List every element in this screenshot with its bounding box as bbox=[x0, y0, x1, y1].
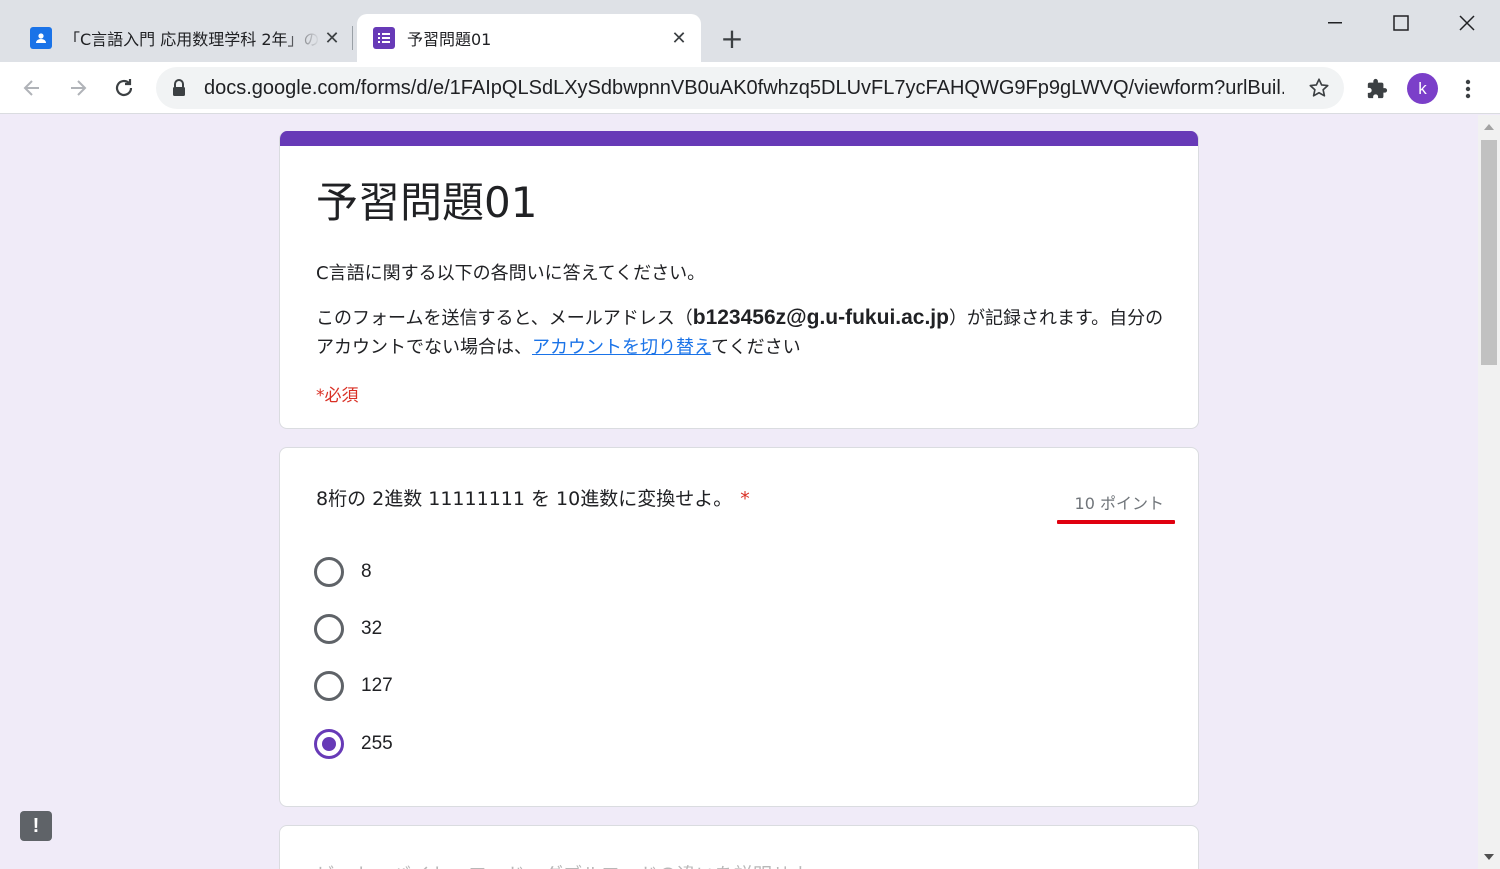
points-label: 10 ポイント bbox=[1074, 494, 1164, 513]
radio-dot bbox=[322, 737, 336, 751]
accent-band bbox=[280, 131, 1198, 146]
question-card: 8桁の 2進数 11111111 を 10進数に変換せよ。 * 10 ポイント 8… bbox=[279, 447, 1199, 807]
scrollbar-thumb[interactable] bbox=[1481, 140, 1497, 365]
close-icon[interactable]: ✕ bbox=[320, 26, 344, 50]
bookmark-star-icon[interactable] bbox=[1306, 75, 1332, 101]
required-note: *必須 bbox=[316, 386, 359, 406]
choice-option[interactable]: 32 bbox=[314, 613, 382, 645]
url-text: docs.google.com/forms/d/e/1FAIpQLSdLXySd… bbox=[204, 76, 1284, 99]
notice-text: てください bbox=[711, 337, 801, 358]
choice-label: 255 bbox=[361, 733, 393, 754]
window-close-icon[interactable] bbox=[1444, 8, 1490, 38]
tab-strip: 「C言語入門 応用数理学科 2年」の ✕ 予習問題01 ✕ + bbox=[0, 0, 1500, 62]
tab-separator bbox=[352, 26, 353, 50]
choice-option[interactable]: 127 bbox=[314, 670, 393, 702]
kebab-menu-icon[interactable] bbox=[1456, 74, 1480, 104]
lock-icon bbox=[172, 79, 188, 97]
feedback-icon[interactable]: ! bbox=[20, 811, 52, 841]
switch-account-link[interactable]: アカウントを切り替え bbox=[532, 337, 711, 358]
address-bar[interactable]: docs.google.com/forms/d/e/1FAIpQLSdLXySd… bbox=[156, 67, 1344, 109]
forward-icon[interactable] bbox=[62, 72, 94, 104]
tab-label: 「C言語入門 応用数理学科 2年」の bbox=[64, 30, 320, 49]
profile-avatar[interactable]: k bbox=[1407, 73, 1438, 104]
choice-label: 32 bbox=[361, 618, 383, 639]
choice-option[interactable]: 8 bbox=[314, 556, 372, 588]
email-notice: このフォームを送信すると、メールアドレス（b123456z@g.u-fukui.… bbox=[316, 303, 1166, 362]
tab-classroom[interactable]: 「C言語入門 応用数理学科 2年」の ✕ bbox=[18, 14, 348, 62]
scroll-up-arrow-icon[interactable] bbox=[1478, 119, 1500, 135]
choice-label: 8 bbox=[361, 561, 372, 582]
tab-label: 予習問題01 bbox=[407, 30, 492, 49]
radio-button[interactable] bbox=[314, 671, 344, 701]
extensions-puzzle-icon[interactable] bbox=[1362, 74, 1392, 104]
close-icon[interactable]: ✕ bbox=[667, 26, 691, 50]
question-text: 8桁の 2進数 11111111 を 10進数に変換せよ。 * bbox=[316, 484, 750, 511]
page-viewport: 予習問題01 C言語に関する以下の各問いに答えてください。 このフォームを送信す… bbox=[0, 115, 1478, 869]
classroom-icon bbox=[30, 27, 52, 49]
scroll-down-arrow-icon[interactable] bbox=[1478, 849, 1500, 865]
radio-button[interactable] bbox=[314, 557, 344, 587]
question-title: ビット・バイト・ワード・ダブルワードの違いを説明せよ。 bbox=[316, 860, 829, 869]
required-asterisk: * bbox=[740, 488, 750, 510]
question-card: ビット・バイト・ワード・ダブルワードの違いを説明せよ。 bbox=[279, 825, 1199, 869]
minimize-icon[interactable] bbox=[1312, 8, 1358, 38]
question-title: 8桁の 2進数 11111111 を 10進数に変換せよ。 bbox=[316, 488, 733, 510]
annotation-underline bbox=[1057, 520, 1175, 524]
recorded-email: b123456z@g.u-fukui.ac.jp bbox=[692, 306, 949, 329]
form-title: 予習問題01 bbox=[316, 178, 538, 227]
notice-text: このフォームを送信すると、メールアドレス（ bbox=[316, 308, 693, 329]
vertical-scrollbar[interactable] bbox=[1478, 115, 1500, 869]
maximize-icon[interactable] bbox=[1378, 8, 1424, 38]
form-header-card: 予習問題01 C言語に関する以下の各問いに答えてください。 このフォームを送信す… bbox=[279, 131, 1199, 429]
radio-button-checked[interactable] bbox=[314, 729, 344, 759]
choice-option-selected[interactable]: 255 bbox=[314, 728, 393, 760]
back-icon[interactable] bbox=[16, 72, 48, 104]
radio-button[interactable] bbox=[314, 614, 344, 644]
tab-forms[interactable]: 予習問題01 ✕ bbox=[357, 14, 701, 62]
forms-icon bbox=[373, 27, 395, 49]
browser-toolbar: docs.google.com/forms/d/e/1FAIpQLSdLXySd… bbox=[0, 62, 1500, 114]
choice-label: 127 bbox=[361, 675, 393, 696]
new-tab-button[interactable]: + bbox=[716, 22, 748, 55]
reload-icon[interactable] bbox=[108, 72, 140, 104]
form-description: C言語に関する以下の各問いに答えてください。 bbox=[316, 263, 706, 284]
